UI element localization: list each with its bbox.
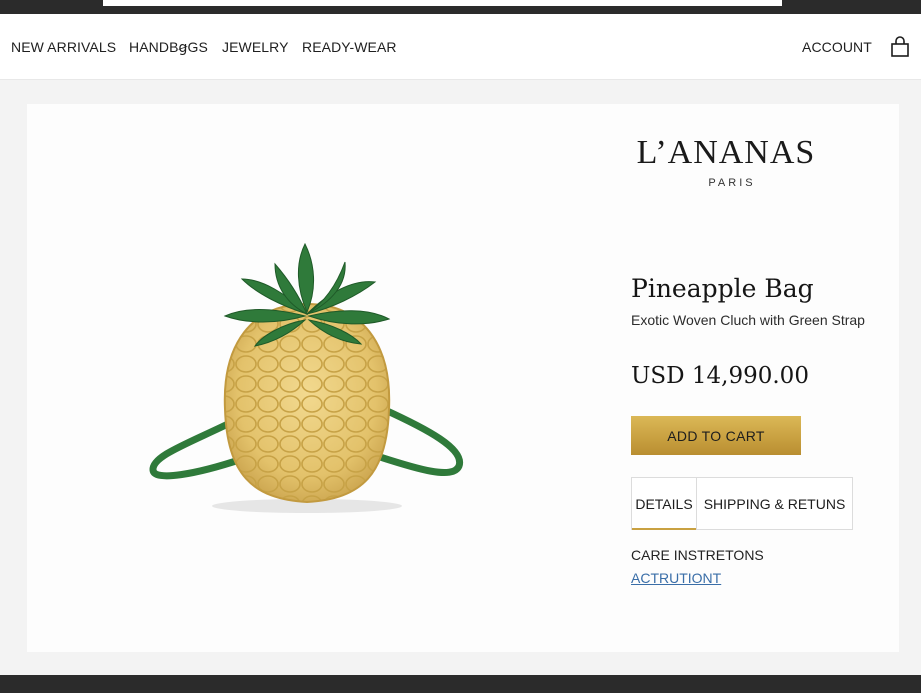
brand-city: PARIS: [708, 177, 756, 189]
account-link[interactable]: ACCOUNT: [802, 39, 872, 55]
shopping-bag-icon[interactable]: [890, 36, 910, 58]
search-bar[interactable]: [103, 0, 782, 6]
nav-item-new-arrivals[interactable]: NEW ARRIVALS: [11, 39, 116, 55]
product-title: Pineapple Bag: [631, 274, 814, 303]
care-instructions-heading: CARE INSTRETONS: [631, 547, 764, 563]
product-price: USD 14,990.00: [631, 363, 809, 389]
add-to-cart-button[interactable]: ADD TO CART: [631, 416, 801, 455]
nav-item-ready-wear[interactable]: READY-WEAR: [302, 39, 397, 55]
main-navigation: NEW ARRIVALS HANDBꞡGS JEWELRY READY-WEAR…: [0, 14, 921, 80]
browser-top-bar: [0, 0, 921, 14]
product-subtitle: Exotic Woven Cluch with Green Strap: [631, 312, 865, 328]
tab-details[interactable]: DETAILS: [632, 478, 696, 530]
care-instructions-link[interactable]: ACTRUTIONT: [631, 570, 721, 586]
product-panel: L’ANANAS PARIS Pineapple Bag Exotic Wove…: [27, 104, 899, 652]
nav-item-handbags[interactable]: HANDBꞡGS: [129, 39, 208, 56]
pineapple-bag-image: [149, 242, 464, 513]
brand-logo: L’ANANAS: [636, 134, 816, 171]
product-tabs: DETAILS SHIPPING & RETUNS: [631, 477, 853, 530]
browser-bottom-bar: [0, 675, 921, 693]
nav-item-jewelry[interactable]: JEWELRY: [222, 39, 289, 55]
tab-shipping-returns[interactable]: SHIPPING & RETUNS: [697, 478, 852, 530]
